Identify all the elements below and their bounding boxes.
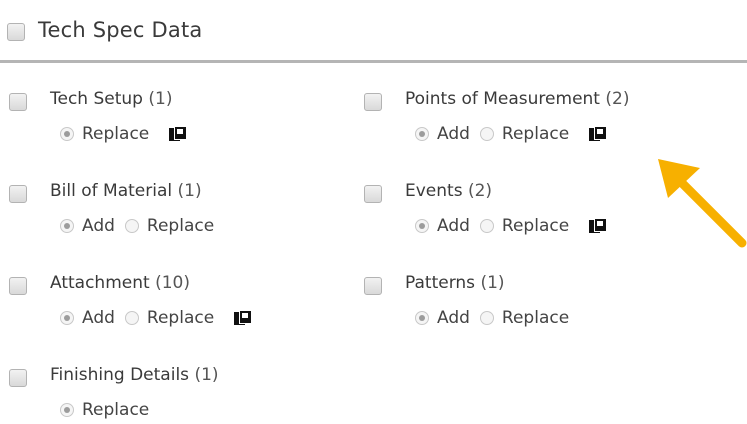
patterns-label: Patterns (1) — [405, 273, 505, 293]
copy-icon[interactable] — [234, 310, 253, 326]
option-name: Tech Setup — [50, 89, 143, 109]
finishing-details-mode-options: Replace — [60, 398, 159, 422]
replace-radio-label[interactable]: Replace — [502, 308, 569, 328]
add-radio[interactable] — [60, 219, 74, 233]
option-count: (1) — [177, 181, 202, 201]
points-of-measurement-label: Points of Measurement (2) — [405, 89, 629, 109]
option-name: Bill of Material — [50, 181, 173, 201]
option-count: (1) — [194, 365, 219, 385]
option-name: Events — [405, 181, 463, 201]
bill-of-material-mode-options: Add Replace — [60, 214, 224, 238]
replace-radio-label[interactable]: Replace — [502, 124, 569, 144]
option-count: (1) — [480, 273, 505, 293]
copy-icon[interactable] — [589, 126, 608, 142]
replace-radio[interactable] — [60, 403, 74, 417]
patterns-checkbox[interactable] — [364, 277, 382, 295]
option-count: (2) — [605, 89, 630, 109]
finishing-details-checkbox[interactable] — [9, 369, 27, 387]
replace-radio-label[interactable]: Replace — [147, 308, 214, 328]
attachment-label: Attachment (10) — [50, 273, 190, 293]
option-name: Finishing Details — [50, 365, 190, 385]
replace-radio-label[interactable]: Replace — [82, 400, 149, 420]
section-title: Tech Spec Data — [38, 18, 203, 42]
add-radio[interactable] — [415, 127, 429, 141]
tech-setup-checkbox[interactable] — [9, 93, 27, 111]
bill-of-material-checkbox[interactable] — [9, 185, 27, 203]
events-mode-options: Add Replace — [415, 214, 608, 238]
add-radio-label[interactable]: Add — [437, 216, 470, 236]
tech-setup-mode-options: Replace — [60, 122, 188, 146]
add-radio[interactable] — [415, 311, 429, 325]
events-label: Events (2) — [405, 181, 492, 201]
replace-radio[interactable] — [124, 219, 139, 233]
divider — [0, 60, 747, 63]
add-radio-label[interactable]: Add — [82, 216, 115, 236]
attachment-checkbox[interactable] — [9, 277, 27, 295]
add-radio-label[interactable]: Add — [437, 308, 470, 328]
points-of-measurement-checkbox[interactable] — [364, 93, 382, 111]
replace-radio[interactable] — [124, 311, 139, 325]
option-name: Points of Measurement — [405, 89, 600, 109]
add-radio[interactable] — [415, 219, 429, 233]
option-name: Patterns — [405, 273, 476, 293]
bill-of-material-label: Bill of Material (1) — [50, 181, 202, 201]
finishing-details-label: Finishing Details (1) — [50, 365, 219, 385]
replace-radio[interactable] — [479, 311, 494, 325]
events-checkbox[interactable] — [364, 185, 382, 203]
replace-radio-label[interactable]: Replace — [147, 216, 214, 236]
add-radio[interactable] — [60, 311, 74, 325]
option-count: (2) — [467, 181, 493, 201]
arrow-annotation-icon — [658, 159, 747, 248]
copy-icon[interactable] — [169, 126, 188, 142]
tech-spec-data-checkbox[interactable] — [7, 23, 25, 41]
replace-radio-label[interactable]: Replace — [502, 216, 569, 236]
replace-radio-label[interactable]: Replace — [82, 124, 149, 144]
replace-radio[interactable] — [479, 127, 494, 141]
copy-icon[interactable] — [589, 218, 608, 234]
replace-radio[interactable] — [479, 219, 494, 233]
attachment-mode-options: Add Replace — [60, 306, 253, 330]
replace-radio[interactable] — [60, 127, 74, 141]
option-count: (10) — [155, 273, 190, 293]
points-of-measurement-mode-options: Add Replace — [415, 122, 608, 146]
patterns-mode-options: Add Replace — [415, 306, 579, 330]
add-radio-label[interactable]: Add — [82, 308, 115, 328]
add-radio-label[interactable]: Add — [437, 124, 470, 144]
section-header: Tech Spec Data — [0, 0, 747, 62]
tech-setup-label: Tech Setup (1) — [50, 89, 172, 109]
option-name: Attachment — [50, 273, 150, 293]
option-count: (1) — [148, 89, 173, 109]
